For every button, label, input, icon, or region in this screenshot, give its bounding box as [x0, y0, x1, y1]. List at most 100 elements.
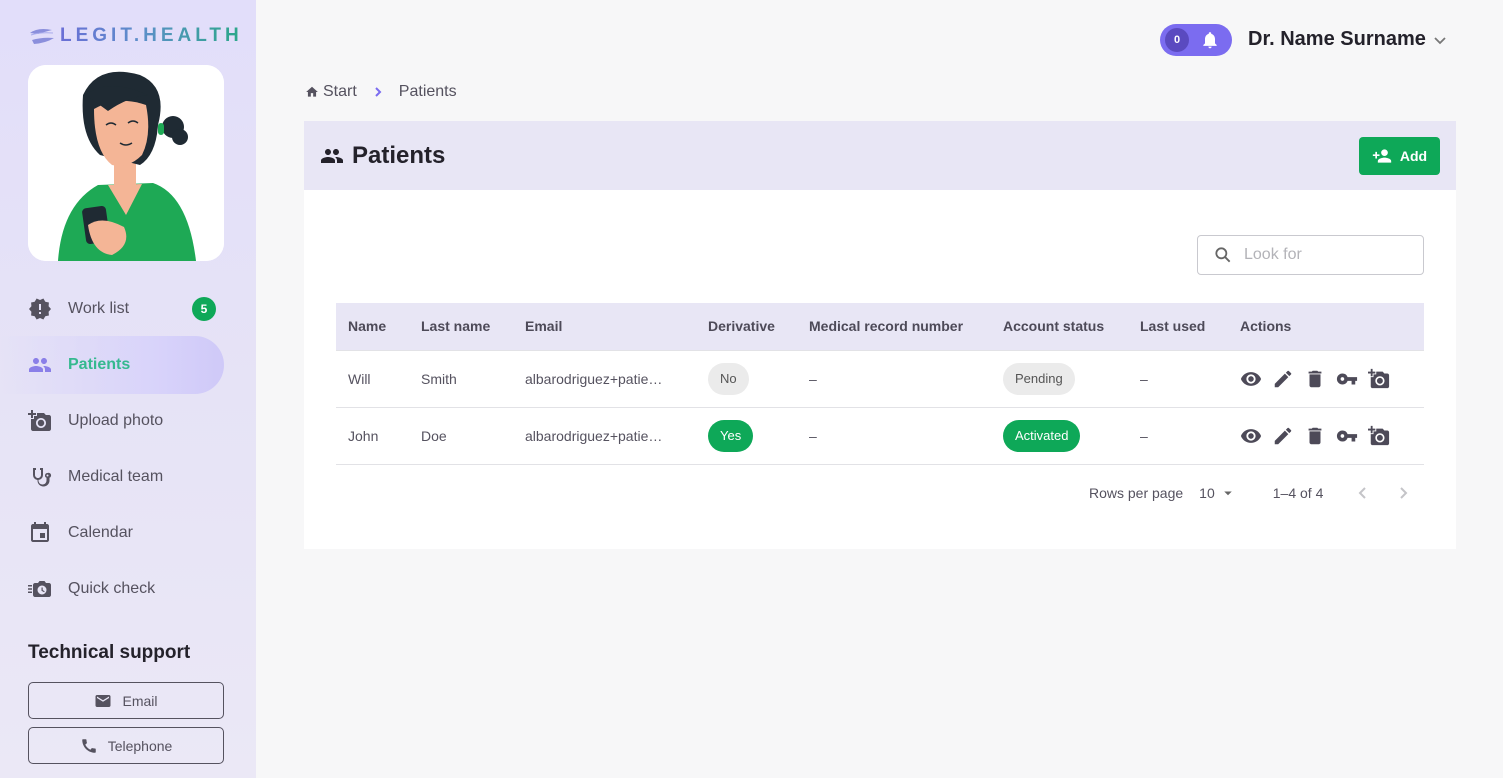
- column-header-name[interactable]: Name: [336, 303, 409, 350]
- add-photo-button[interactable]: [1368, 368, 1390, 390]
- column-header-email[interactable]: Email: [513, 303, 696, 350]
- pencil-icon: [1274, 427, 1292, 444]
- pencil-icon: [1274, 370, 1292, 387]
- derivative-chip: Yes: [708, 419, 754, 452]
- add-photo-button[interactable]: [1368, 425, 1390, 447]
- alert-badge-icon: [28, 297, 52, 321]
- search-field[interactable]: [1197, 235, 1424, 275]
- pagination-range: 1–4 of 4: [1272, 485, 1324, 501]
- page-title: Patients: [352, 141, 446, 169]
- chevron-down-icon: [1434, 36, 1446, 44]
- sidebar-item-label: Calendar: [68, 524, 133, 541]
- rows-per-page-label: Rows per page: [1089, 485, 1184, 501]
- breadcrumb-start-link[interactable]: Start: [323, 83, 357, 101]
- email-support-label: Email: [122, 692, 158, 709]
- logo-hands-icon: [30, 29, 54, 44]
- card-header: Patients Add: [304, 121, 1456, 190]
- column-header-medical-record-number[interactable]: Medical record number: [797, 303, 991, 350]
- rows-per-page-select[interactable]: 10: [1199, 484, 1237, 502]
- reset-password-button[interactable]: [1336, 368, 1358, 390]
- cell-email: albarodriguez+patie…: [513, 349, 696, 408]
- view-button[interactable]: [1240, 368, 1262, 390]
- pagination: Rows per page 10 1–4 of 4: [1089, 481, 1415, 505]
- people-icon: [28, 353, 52, 377]
- cell-last-used: –: [1128, 407, 1228, 465]
- cell-name: Will: [336, 349, 409, 408]
- sidebar-item-calendar[interactable]: Calendar: [28, 504, 224, 562]
- derivative-chip: No: [708, 362, 749, 395]
- stethoscope-icon: [28, 465, 52, 489]
- rows-per-page-value: 10: [1199, 485, 1215, 501]
- search-icon: [1215, 247, 1231, 263]
- telephone-support-button[interactable]: Telephone: [28, 727, 224, 764]
- patients-table: Name Last name Email Derivative Medical …: [336, 303, 1424, 465]
- table-row: John Doe albarodriguez+patie… Yes – Acti…: [336, 407, 1424, 465]
- add-camera-icon: [1368, 425, 1390, 445]
- eye-icon: [1240, 428, 1262, 443]
- status-badge: Pending: [1003, 362, 1075, 395]
- camera-clock-icon: [28, 577, 52, 601]
- cell-medical-record: –: [797, 349, 991, 408]
- view-button[interactable]: [1240, 425, 1262, 447]
- telephone-support-label: Telephone: [107, 737, 173, 754]
- cell-actions: [1228, 407, 1424, 465]
- sidebar-item-label: Medical team: [68, 468, 164, 485]
- user-illustration: [28, 65, 224, 261]
- envelope-icon: [95, 694, 111, 707]
- woman-with-phone-illustration: [28, 65, 224, 261]
- chevron-right-icon: [1400, 487, 1408, 499]
- column-header-derivative[interactable]: Derivative: [696, 303, 797, 350]
- column-header-account-status[interactable]: Account status: [991, 303, 1128, 350]
- cell-actions: [1228, 349, 1424, 408]
- email-support-button[interactable]: Email: [28, 682, 224, 719]
- sidebar-item-upload-photo[interactable]: Upload photo: [28, 392, 224, 450]
- add-button-label: Add: [1399, 148, 1428, 164]
- cell-name: John: [336, 407, 409, 465]
- phone-icon: [81, 738, 96, 753]
- sidebar-item-medical-team[interactable]: Medical team: [28, 448, 224, 506]
- key-icon: [1336, 373, 1358, 384]
- sidebar-item-label: Quick check: [68, 580, 156, 597]
- cell-medical-record: –: [797, 407, 991, 465]
- cell-derivative: Yes: [696, 407, 797, 465]
- brand-logo[interactable]: LEGIT.HEALTH: [28, 25, 243, 47]
- sidebar: LEGIT.HEALTH Work list 5 Patients Upload…: [0, 0, 256, 778]
- previous-page-button[interactable]: [1351, 481, 1375, 505]
- sidebar-item-label: Work list: [68, 300, 130, 317]
- cell-email: albarodriguez+patie…: [513, 407, 696, 465]
- table-header-row: Name Last name Email Derivative Medical …: [336, 303, 1424, 350]
- add-camera-icon: [1368, 368, 1390, 388]
- key-icon: [1336, 430, 1358, 441]
- sidebar-item-label: Upload photo: [68, 412, 164, 429]
- breadcrumb: Start Patients: [305, 83, 457, 101]
- cell-last-used: –: [1128, 349, 1228, 408]
- user-name: Dr. Name Surname: [1248, 28, 1426, 50]
- eye-icon: [1240, 371, 1262, 386]
- next-page-button[interactable]: [1391, 481, 1415, 505]
- sidebar-item-patients[interactable]: Patients: [0, 336, 224, 394]
- cell-derivative: No: [696, 349, 797, 408]
- search-input[interactable]: [1244, 246, 1414, 264]
- trash-icon: [1308, 370, 1322, 387]
- calendar-icon: [28, 521, 52, 545]
- patients-card: Patients Add Name Last name Email Deriva…: [304, 121, 1456, 549]
- edit-button[interactable]: [1272, 425, 1294, 447]
- cell-account-status: Pending: [991, 349, 1128, 408]
- notifications-button[interactable]: 0: [1160, 24, 1232, 56]
- add-camera-icon: [28, 409, 52, 433]
- add-patient-button[interactable]: Add: [1359, 137, 1440, 175]
- breadcrumb-current: Patients: [398, 83, 457, 100]
- column-header-last-name[interactable]: Last name: [409, 303, 513, 350]
- user-menu[interactable]: Dr. Name Surname: [1248, 28, 1448, 51]
- edit-button[interactable]: [1272, 368, 1294, 390]
- bell-icon: [1203, 32, 1217, 49]
- chevron-right-icon: [375, 87, 382, 97]
- column-header-last-used[interactable]: Last used: [1128, 303, 1228, 350]
- delete-button[interactable]: [1304, 425, 1326, 447]
- delete-button[interactable]: [1304, 368, 1326, 390]
- sidebar-item-quick-check[interactable]: Quick check: [28, 560, 224, 618]
- sidebar-item-work-list[interactable]: Work list 5: [28, 280, 224, 338]
- reset-password-button[interactable]: [1336, 425, 1358, 447]
- home-icon: [306, 86, 318, 97]
- chevron-left-icon: [1358, 487, 1367, 499]
